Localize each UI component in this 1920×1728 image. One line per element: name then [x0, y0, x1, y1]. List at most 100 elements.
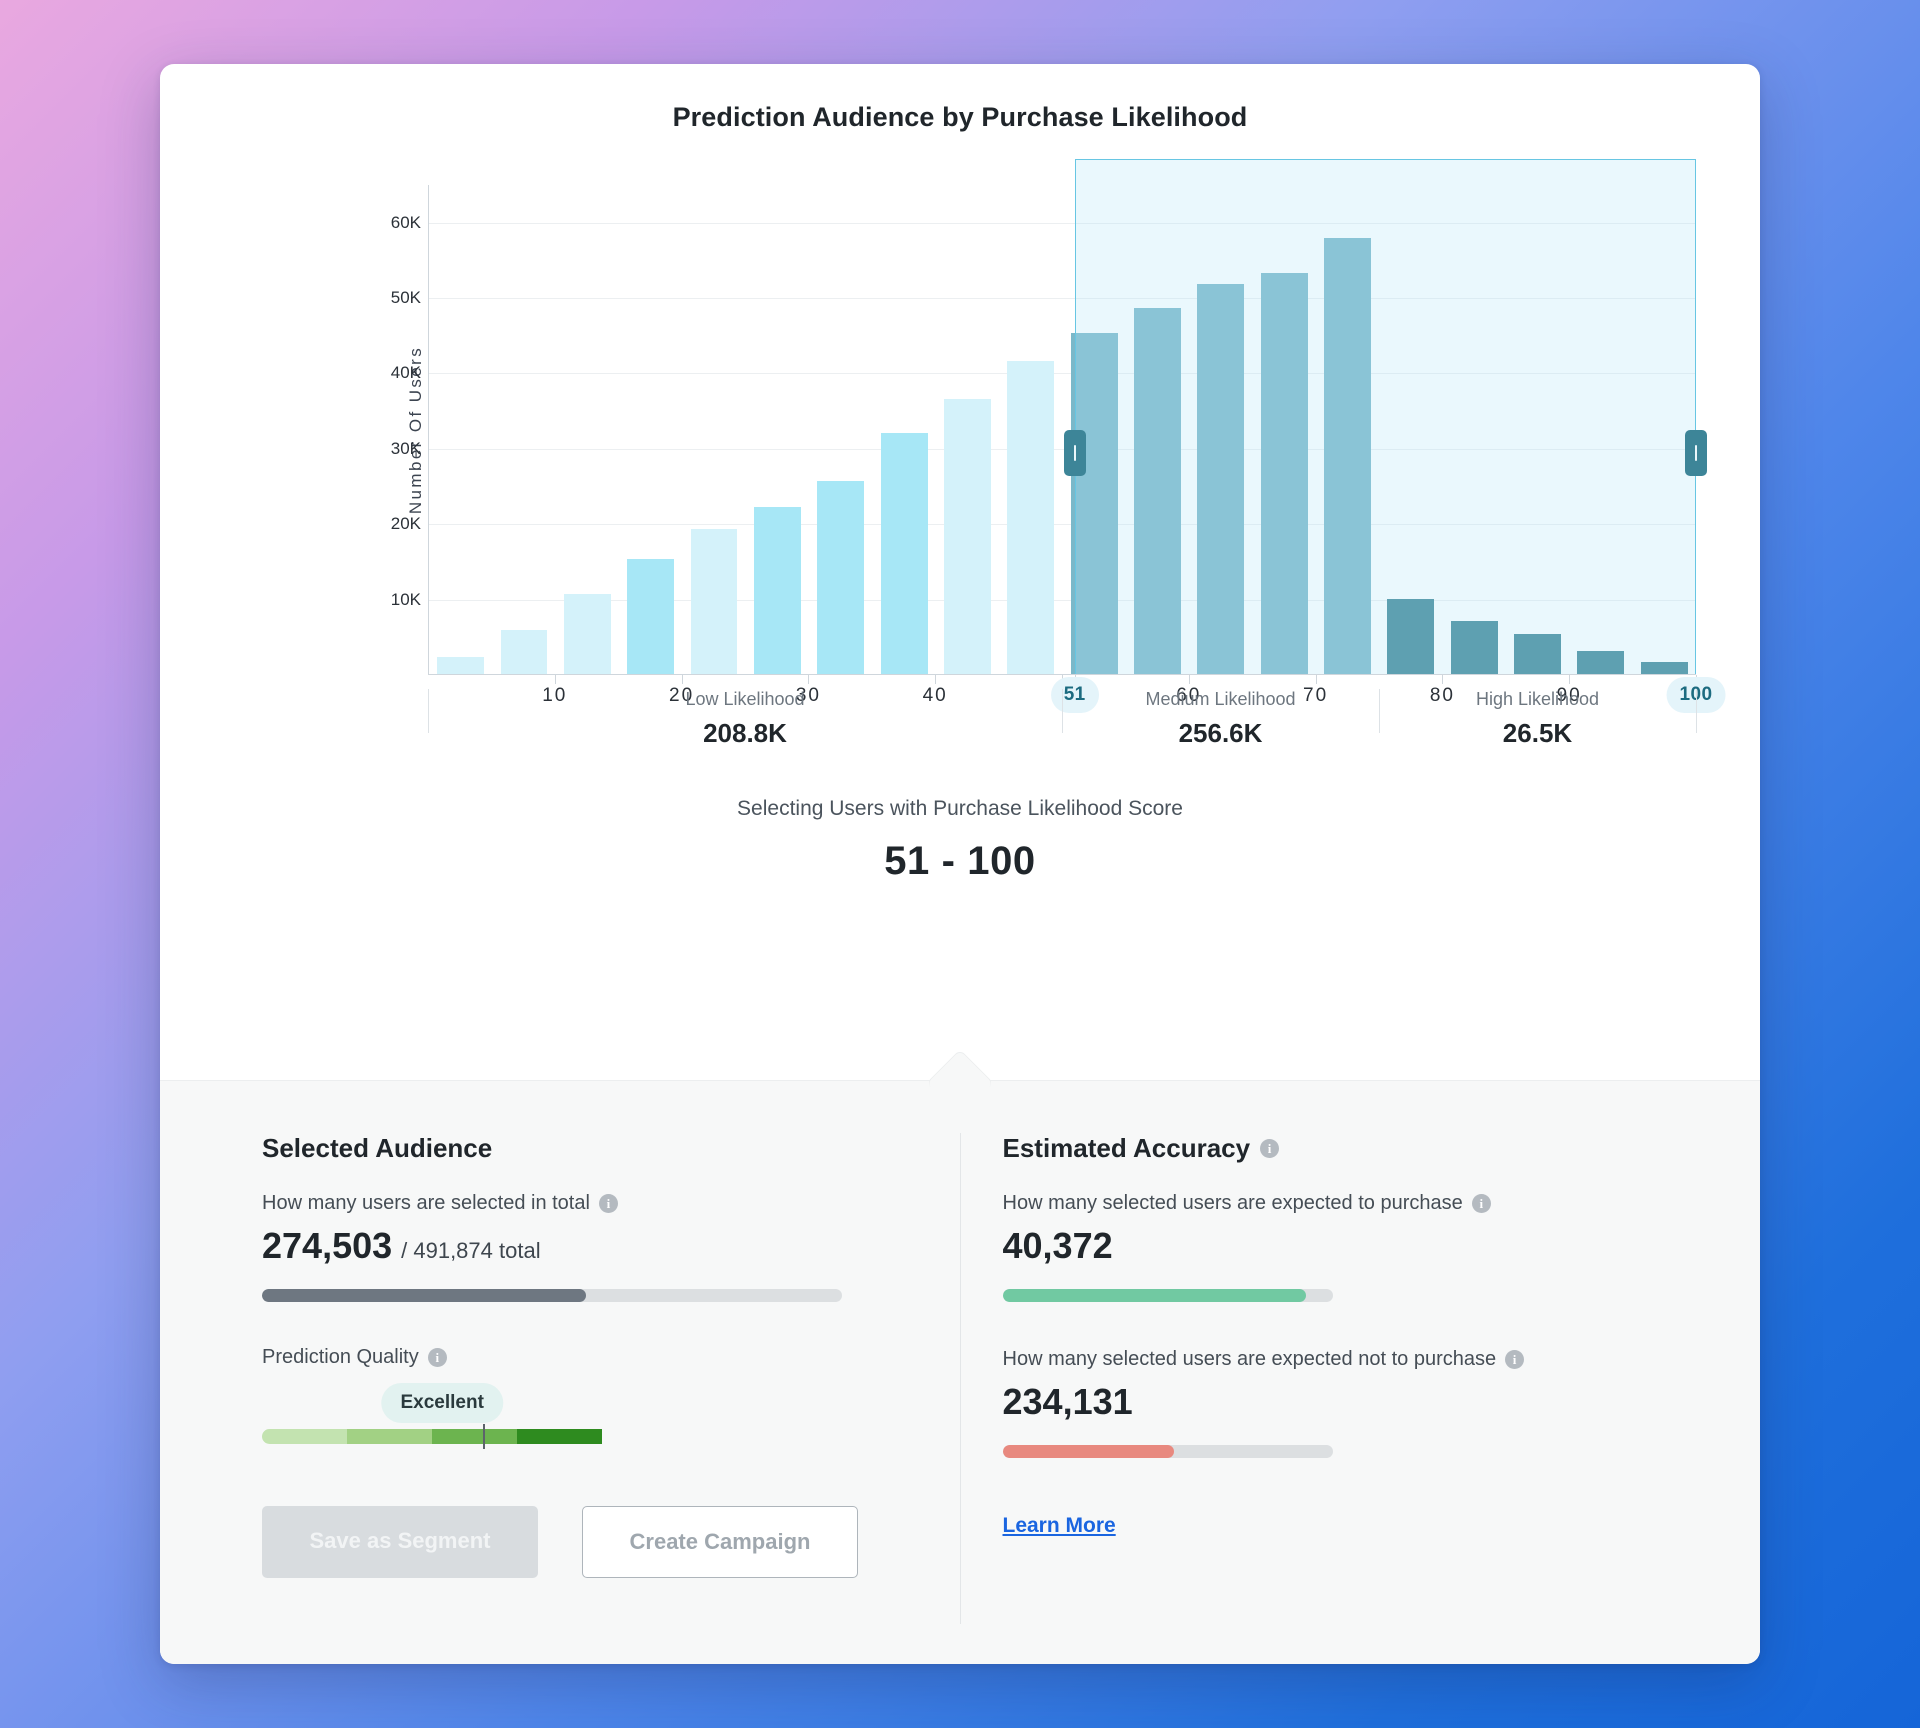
info-icon[interactable]: i	[1505, 1350, 1525, 1369]
learn-more-link[interactable]: Learn More	[1003, 1514, 1116, 1538]
bar-slot[interactable]	[1189, 185, 1252, 674]
likelihood-segment: High Likelihood 26.5K	[1476, 689, 1599, 749]
info-icon[interactable]: i	[598, 1194, 618, 1213]
bar-series	[429, 185, 1696, 674]
info-icon[interactable]: i	[1471, 1194, 1491, 1213]
bar[interactable]	[1197, 284, 1245, 674]
save-as-segment-button[interactable]: Save as Segment	[262, 1506, 538, 1578]
prediction-quality-bar	[262, 1424, 602, 1449]
bar-slot[interactable]	[682, 185, 745, 674]
bar-slot[interactable]	[1252, 185, 1315, 674]
expected-purchase-progress	[1002, 1289, 1333, 1302]
bar[interactable]	[1577, 651, 1625, 674]
total-users-progress-fill	[262, 1289, 586, 1302]
segment-value: 26.5K	[1502, 718, 1573, 748]
segment-divider	[428, 689, 429, 733]
info-icon[interactable]: i	[1260, 1139, 1280, 1158]
estimated-accuracy-title-text: Estimated Accuracy	[1002, 1133, 1251, 1163]
estimated-accuracy-column: Estimated Accuracy i How many selected u…	[961, 1133, 1701, 1624]
likelihood-segment: Low Likelihood 208.8K	[685, 689, 804, 749]
selected-audience-title: Selected Audience	[262, 1133, 918, 1164]
bar-slot[interactable]	[1316, 185, 1379, 674]
y-axis-ticks: 10K 20K 30K 40K 50K 60K	[365, 185, 427, 675]
action-buttons: Save as Segment Create Campaign	[262, 1506, 918, 1578]
x-axis-tick-mark	[1569, 675, 1571, 684]
total-users-suffix: / 491,874 total	[401, 1238, 541, 1263]
prediction-quality-label-text: Prediction Quality	[262, 1346, 419, 1368]
segment-name: Low Likelihood	[685, 689, 805, 709]
bar[interactable]	[753, 507, 801, 674]
bar-slot[interactable]	[1126, 185, 1189, 674]
segment-divider	[1696, 689, 1697, 733]
bar-slot[interactable]	[746, 185, 809, 674]
total-users-progress	[262, 1289, 842, 1302]
bar[interactable]	[563, 594, 611, 674]
plot-wrapper: Number Of Users 10K 20K 30K 40K 50K 60K 10 20 3…	[160, 159, 1760, 713]
segment-name: Medium Likelihood	[1145, 689, 1296, 709]
bar[interactable]	[437, 656, 485, 674]
bar[interactable]	[1007, 361, 1055, 674]
bar-slot[interactable]	[1506, 185, 1569, 674]
bar[interactable]	[1260, 272, 1308, 674]
info-icon[interactable]: i	[427, 1348, 447, 1367]
expected-not-purchase-label: How many selected users are expected not…	[1003, 1348, 1659, 1371]
expected-not-purchase-progress-fill	[1002, 1445, 1175, 1458]
bar-slot[interactable]	[872, 185, 935, 674]
expected-purchase-progress-fill	[1002, 1289, 1307, 1302]
likelihood-segment: Medium Likelihood 256.6K	[1145, 689, 1295, 749]
selected-audience-column: Selected Audience How many users are sel…	[220, 1133, 961, 1624]
bar[interactable]	[1640, 661, 1688, 674]
bar[interactable]	[1070, 332, 1118, 674]
bar-slot[interactable]	[429, 185, 492, 674]
bar[interactable]	[1387, 598, 1435, 674]
bar[interactable]	[1514, 634, 1561, 674]
quality-marker	[483, 1424, 485, 1449]
bar[interactable]	[880, 432, 928, 674]
bar-slot[interactable]	[1633, 185, 1696, 674]
prediction-quality-label: Prediction Quality i	[262, 1346, 918, 1369]
selection-caption: Selecting Users with Purchase Likelihood…	[737, 797, 1183, 820]
bar[interactable]	[690, 528, 738, 674]
panel-notch	[926, 1049, 994, 1117]
prediction-quality-badge: Excellent	[381, 1383, 503, 1423]
estimated-accuracy-title: Estimated Accuracy i	[1003, 1133, 1659, 1164]
create-campaign-button[interactable]: Create Campaign	[582, 1506, 858, 1578]
plot-region	[428, 159, 1707, 675]
range-handle-left[interactable]	[1064, 429, 1087, 476]
bar-slot[interactable]	[619, 185, 682, 674]
y-axis-tick: 40K	[390, 363, 421, 383]
segment-divider	[1062, 689, 1063, 733]
x-axis-tick-mark	[808, 675, 810, 684]
bar[interactable]	[1324, 238, 1371, 674]
bar[interactable]	[1450, 621, 1498, 674]
x-axis-tick-mark	[554, 675, 556, 684]
y-axis-tick: 30K	[390, 438, 421, 458]
total-users-number: 274,503	[262, 1225, 393, 1266]
chart-title: Prediction Audience by Purchase Likeliho…	[672, 102, 1248, 132]
chart-area: Prediction Audience by Purchase Likeliho…	[160, 64, 1760, 884]
bar-slot[interactable]	[492, 185, 555, 674]
segment-value: 256.6K	[1178, 718, 1263, 748]
segment-divider	[1379, 689, 1380, 733]
x-axis-tick-mark	[935, 675, 937, 684]
bar-slot[interactable]	[1443, 185, 1506, 674]
selection-range: 51 - 100	[884, 839, 1036, 883]
bar[interactable]	[500, 629, 548, 674]
bar[interactable]	[943, 398, 991, 674]
bar[interactable]	[627, 559, 675, 674]
bar[interactable]	[817, 481, 865, 674]
bar-slot[interactable]	[1569, 185, 1632, 674]
range-handle-right[interactable]	[1685, 429, 1707, 476]
bar[interactable]	[1134, 308, 1181, 674]
expected-not-purchase-label-text: How many selected users are expected not…	[1002, 1348, 1497, 1370]
bar-slot[interactable]	[1379, 185, 1442, 674]
quality-segment	[262, 1429, 347, 1444]
bar-slot[interactable]	[999, 185, 1062, 674]
segment-name: High Likelihood	[1475, 689, 1600, 709]
expected-purchase-label: How many selected users are expected to …	[1003, 1192, 1659, 1215]
prediction-quality-badge-row: Excellent	[262, 1383, 602, 1429]
bar-slot[interactable]	[556, 185, 619, 674]
summary-panel: Selected Audience How many users are sel…	[160, 1049, 1760, 1664]
bar-slot[interactable]	[936, 185, 999, 674]
bar-slot[interactable]	[809, 185, 872, 674]
